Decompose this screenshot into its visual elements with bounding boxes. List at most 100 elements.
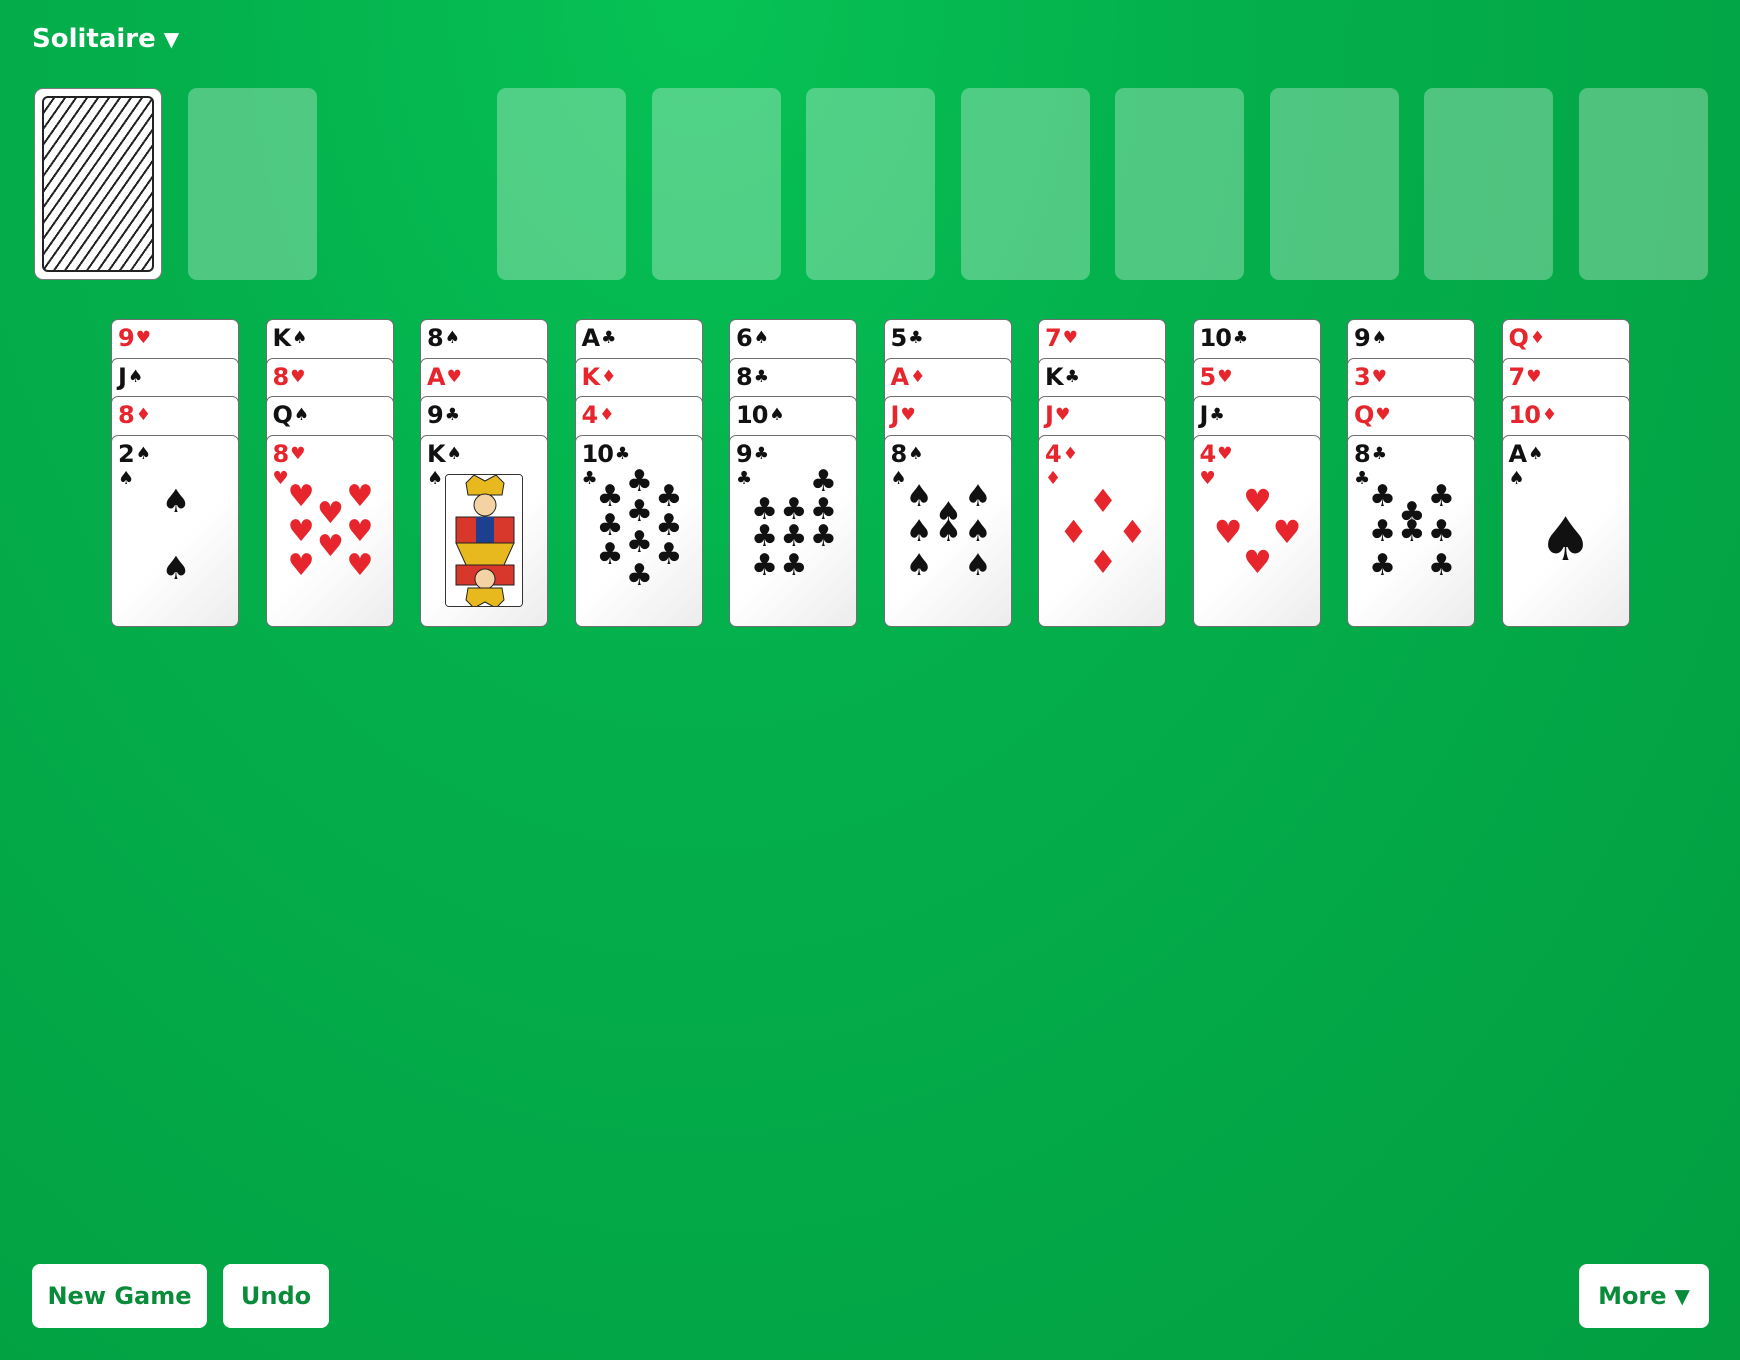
card-rank: Q ♦ [1508,324,1546,352]
club-suit-icon: ♣ [908,328,923,348]
heart-suit-icon: ♥ [1375,405,1390,425]
heart-suit-icon: ♥ [290,366,305,387]
corner-suit-icon: ♣ [736,467,753,489]
club-suit-icon: ♣ [1064,366,1080,387]
spade-suit-icon: ♠ [769,405,784,425]
heart-suit-icon: ♥ [1217,443,1232,464]
suit-pip-icon: ♥ [346,478,374,514]
playing-card[interactable]: 4 ♦ ♦ ♦ ♦ ♦ ♦ [1038,434,1166,627]
card-rank: 5 ♣ [890,324,924,352]
suit-pip-icon: ♥ [346,513,374,549]
card-rank: A ♦ [890,362,926,391]
spade-suit-icon: ♠ [292,328,307,348]
card-rank: 4 ♦ [581,401,615,429]
undo-button[interactable]: Undo [223,1264,329,1328]
card-rank: 8 ♠ [890,439,924,468]
heart-suit-icon: ♥ [1062,328,1078,348]
suit-pip-icon: ♥ [317,528,344,564]
suit-pip-icon: ♣ [626,463,653,499]
suit-pip-icon: ♣ [1369,513,1396,549]
card-rank: 10 ♣ [581,439,631,468]
suit-pip-icon: ♣ [780,548,808,584]
foundation-slot[interactable] [806,88,935,280]
card-rank: Q ♥ [1354,401,1391,429]
playing-card[interactable]: 8 ♠ ♠ ♠ ♠ ♠ ♠ ♠ ♠ ♠ ♠ [883,434,1012,627]
club-suit-icon: ♣ [444,405,460,425]
stock-pile[interactable] [34,88,162,280]
suit-pip-icon: ♣ [1427,548,1455,584]
suit-pip-icon: ♠ [905,478,933,514]
more-button[interactable]: More ▼ [1579,1264,1709,1328]
suit-pip-icon: ♥ [346,548,374,584]
suit-pip-icon: ♥ [317,496,344,532]
suit-pip-icon: ♥ [287,478,315,514]
diamond-suit-icon: ♦ [599,405,614,425]
card-rank: A ♣ [581,324,617,352]
heart-suit-icon: ♥ [1217,366,1232,387]
suit-pip-icon: ♥ [1243,481,1272,520]
foundation-slot[interactable] [1269,88,1399,280]
foundation-slot[interactable] [651,88,781,280]
heart-suit-icon: ♥ [290,443,305,464]
club-suit-icon: ♣ [1209,405,1224,425]
playing-card[interactable]: 8 ♥ ♥ ♥ ♥ ♥ ♥ ♥ ♥ ♥ ♥ [265,434,394,627]
foundation-slot[interactable] [1578,88,1708,280]
card-rank: 6 ♠ [736,324,769,352]
suit-pip-icon: ♣ [626,525,653,561]
playing-card[interactable]: 4 ♥ ♥ ♥ ♥ ♥ ♥ [1192,434,1321,627]
card-rank: 8 ♦ [118,401,151,429]
playing-card[interactable]: A ♠ ♠ ♠ [1501,434,1630,627]
diamond-suit-icon: ♦ [1062,443,1078,464]
suit-pip-icon: ♣ [1427,478,1455,514]
card-rank: A ♠ [1508,439,1544,468]
suit-pip-icon: ♠ [905,548,933,584]
playing-card[interactable]: 2 ♠ ♠ ♠ ♠ [111,434,239,627]
foundation-slot[interactable] [960,88,1090,280]
card-rank: 7 ♥ [1045,324,1078,352]
card-rank: K ♣ [1045,362,1080,391]
suit-pip-icon: ♠ [935,513,962,549]
corner-suit-icon: ♣ [1354,467,1371,489]
spade-suit-icon: ♠ [293,405,309,425]
card-rank: 9 ♣ [736,439,769,468]
heart-suit-icon: ♥ [446,366,462,387]
diamond-suit-icon: ♦ [1541,405,1557,425]
corner-suit-icon: ♠ [1508,467,1525,489]
suit-pip-icon: ♠ [905,513,933,549]
card-rank: 7 ♥ [1508,362,1542,391]
corner-suit-icon: ♣ [581,467,598,489]
suit-pip-icon: ♣ [1427,513,1455,549]
game-menu[interactable]: Solitaire ▼ [32,24,179,54]
corner-suit-icon: ♥ [1199,467,1216,489]
new-game-button[interactable]: New Game [32,1264,207,1328]
card-rank: 8 ♠ [427,324,460,352]
suit-pip-icon: ♦ [1118,512,1147,551]
diamond-suit-icon: ♦ [601,366,616,387]
ace-pip-icon: ♠ [1538,505,1593,575]
heart-suit-icon: ♥ [900,405,915,425]
suit-pip-icon: ♠ [964,548,992,584]
suit-pip-icon: ♣ [751,548,778,584]
waste-pile[interactable] [188,88,317,280]
more-label: More [1598,1282,1667,1310]
card-rank: 4 ♥ [1199,439,1233,468]
club-suit-icon: ♣ [753,443,769,464]
playing-card[interactable]: 10 ♣ ♣ ♣ ♣ ♣ ♣ ♣ ♣ ♣ ♣ ♣ ♣ [574,434,703,627]
card-rank: 9 ♣ [427,401,460,429]
card-rank: J ♣ [1199,401,1225,429]
suit-pip-icon: ♦ [1088,543,1118,582]
foundation-slot[interactable] [497,88,626,280]
card-rank: 2 ♠ [118,439,151,468]
card-rank: K ♠ [427,439,462,468]
foundation-slot[interactable] [1424,88,1553,280]
playing-card[interactable]: 9 ♣ ♣ ♣ ♣ ♣ ♣ ♣ ♣ ♣ ♣ ♣ [729,434,857,627]
playing-card[interactable]: 8 ♣ ♣ ♣ ♣ ♣ ♣ ♣ ♣ ♣ ♣ [1347,434,1475,627]
suit-pip-icon: ♠ [161,481,191,520]
suit-pip-icon: ♣ [809,519,837,555]
foundation-slot[interactable] [1115,88,1244,280]
card-rank: 4 ♦ [1045,439,1078,468]
playing-card[interactable]: K ♠ ♠ [420,434,548,627]
club-suit-icon: ♣ [601,328,616,348]
card-rank: Q ♠ [272,401,310,429]
corner-suit-icon: ♠ [427,467,444,489]
